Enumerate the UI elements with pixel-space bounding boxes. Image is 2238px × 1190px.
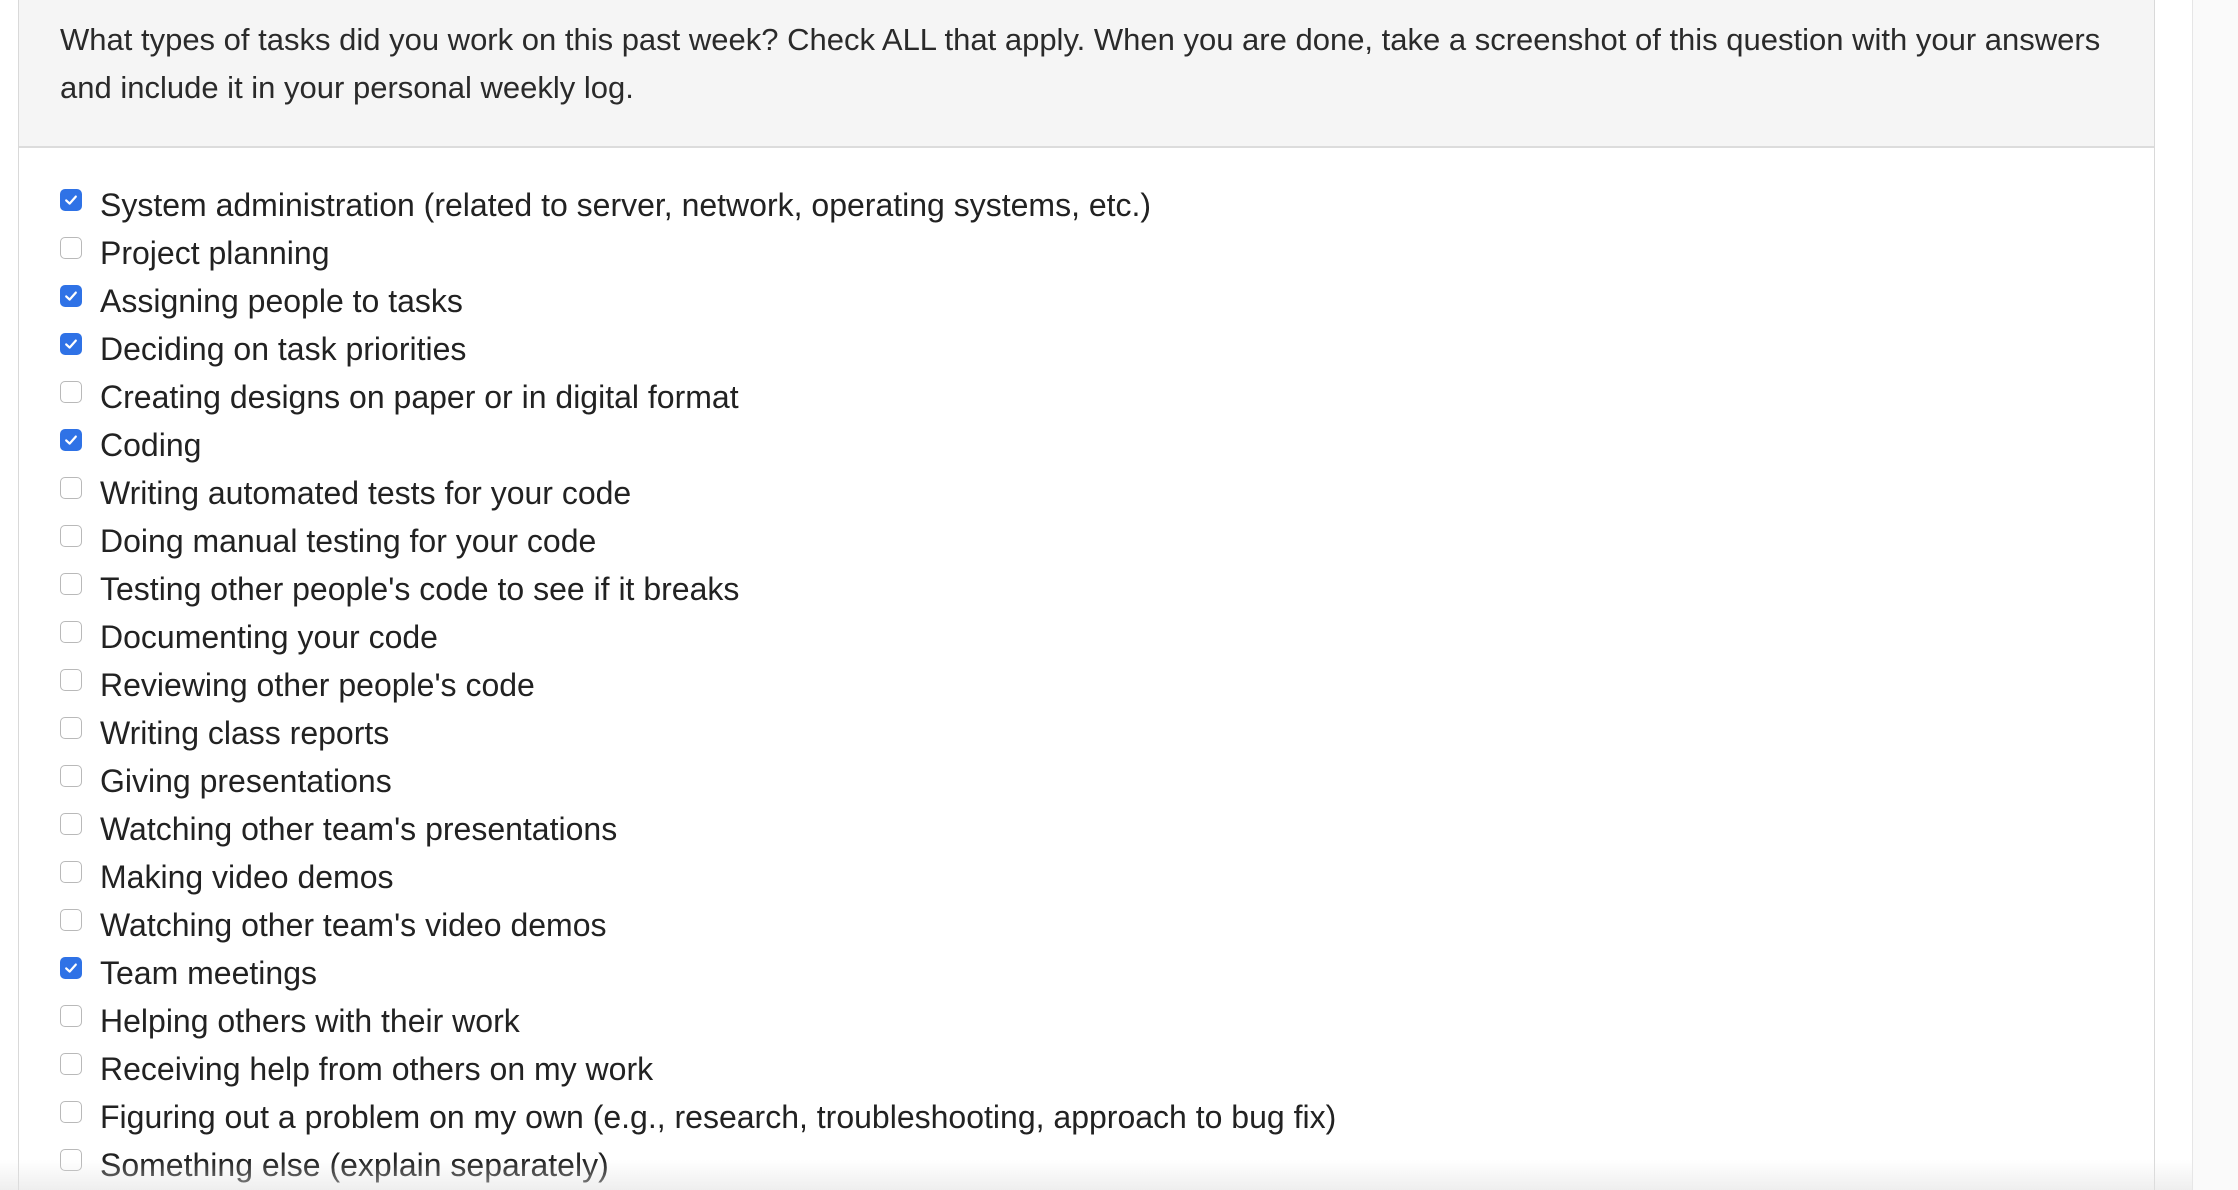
checkbox-unchecked[interactable] <box>60 621 82 643</box>
question-text: What types of tasks did you work on this… <box>60 22 2101 105</box>
checkbox-unchecked[interactable] <box>60 1149 82 1171</box>
checkbox-unchecked[interactable] <box>60 1053 82 1075</box>
option-label: Writing automated tests for your code <box>100 474 632 511</box>
checkbox-unchecked[interactable] <box>60 861 82 883</box>
checkbox-option[interactable]: Giving presentations <box>60 757 1336 805</box>
question-header: What types of tasks did you work on this… <box>19 0 2154 148</box>
checkbox-unchecked[interactable] <box>60 477 82 499</box>
option-label: Helping others with their work <box>100 1002 520 1039</box>
option-label: Figuring out a problem on my own (e.g., … <box>100 1098 1337 1135</box>
checkbox-unchecked[interactable] <box>60 525 82 547</box>
option-label: Testing other people's code to see if it… <box>100 570 740 607</box>
checkmark-icon <box>65 291 77 301</box>
checkbox-unchecked[interactable] <box>60 381 82 403</box>
option-label: Giving presentations <box>100 762 392 799</box>
option-label: Receiving help from others on my work <box>100 1050 654 1087</box>
checkbox-checked[interactable] <box>60 429 82 451</box>
checkbox-unchecked[interactable] <box>60 1101 82 1123</box>
checkbox-option[interactable]: Project planning <box>60 229 1336 277</box>
checkbox-option[interactable]: Team meetings <box>60 949 1336 997</box>
checkbox-checked[interactable] <box>60 285 82 307</box>
checkbox-option[interactable]: Watching other team's presentations <box>60 805 1336 853</box>
option-label: Reviewing other people's code <box>100 666 535 703</box>
checkbox-option[interactable]: Watching other team's video demos <box>60 901 1336 949</box>
checkbox-unchecked[interactable] <box>60 573 82 595</box>
checkbox-unchecked[interactable] <box>60 1005 82 1027</box>
scrollbar-track[interactable] <box>2192 0 2238 1190</box>
survey-page: What types of tasks did you work on this… <box>0 0 2238 1190</box>
checkbox-options-list: System administration (related to server… <box>60 181 1336 1189</box>
checkmark-icon <box>65 963 77 973</box>
option-label: Coding <box>100 426 202 463</box>
checkbox-option[interactable]: Deciding on task priorities <box>60 325 1336 373</box>
checkbox-unchecked[interactable] <box>60 669 82 691</box>
checkbox-option[interactable]: Documenting your code <box>60 613 1336 661</box>
checkmark-icon <box>65 435 77 445</box>
checkbox-option[interactable]: Writing class reports <box>60 709 1336 757</box>
checkbox-unchecked[interactable] <box>60 813 82 835</box>
checkbox-unchecked[interactable] <box>60 909 82 931</box>
option-label: Deciding on task priorities <box>100 330 467 367</box>
option-label: Team meetings <box>100 954 317 991</box>
checkbox-option[interactable]: Doing manual testing for your code <box>60 517 1336 565</box>
checkbox-option[interactable]: Making video demos <box>60 853 1336 901</box>
checkbox-unchecked[interactable] <box>60 237 82 259</box>
checkbox-option[interactable]: Reviewing other people's code <box>60 661 1336 709</box>
checkmark-icon <box>65 195 77 205</box>
option-label: Documenting your code <box>100 618 438 655</box>
checkbox-checked[interactable] <box>60 957 82 979</box>
option-label: Creating designs on paper or in digital … <box>100 378 739 415</box>
checkbox-checked[interactable] <box>60 189 82 211</box>
checkbox-option[interactable]: Coding <box>60 421 1336 469</box>
checkbox-option[interactable]: Writing automated tests for your code <box>60 469 1336 517</box>
checkbox-unchecked[interactable] <box>60 717 82 739</box>
option-label: Making video demos <box>100 858 394 895</box>
checkbox-unchecked[interactable] <box>60 765 82 787</box>
option-label: Assigning people to tasks <box>100 282 463 319</box>
question-card: What types of tasks did you work on this… <box>18 0 2155 1190</box>
checkbox-option[interactable]: Figuring out a problem on my own (e.g., … <box>60 1093 1336 1141</box>
checkbox-option[interactable]: Something else (explain separately) <box>60 1141 1336 1189</box>
option-label: System administration (related to server… <box>100 186 1152 223</box>
checkbox-option[interactable]: Testing other people's code to see if it… <box>60 565 1336 613</box>
checkbox-option[interactable]: Creating designs on paper or in digital … <box>60 373 1336 421</box>
option-label: Watching other team's video demos <box>100 906 607 943</box>
checkbox-option[interactable]: Assigning people to tasks <box>60 277 1336 325</box>
option-label: Doing manual testing for your code <box>100 522 597 559</box>
option-label: Something else (explain separately) <box>100 1146 609 1183</box>
checkbox-option[interactable]: System administration (related to server… <box>60 181 1336 229</box>
checkbox-option[interactable]: Helping others with their work <box>60 997 1336 1045</box>
checkbox-option[interactable]: Receiving help from others on my work <box>60 1045 1336 1093</box>
checkbox-checked[interactable] <box>60 333 82 355</box>
option-label: Writing class reports <box>100 714 390 751</box>
option-label: Watching other team's presentations <box>100 810 618 847</box>
option-label: Project planning <box>100 234 330 271</box>
checkmark-icon <box>65 339 77 349</box>
